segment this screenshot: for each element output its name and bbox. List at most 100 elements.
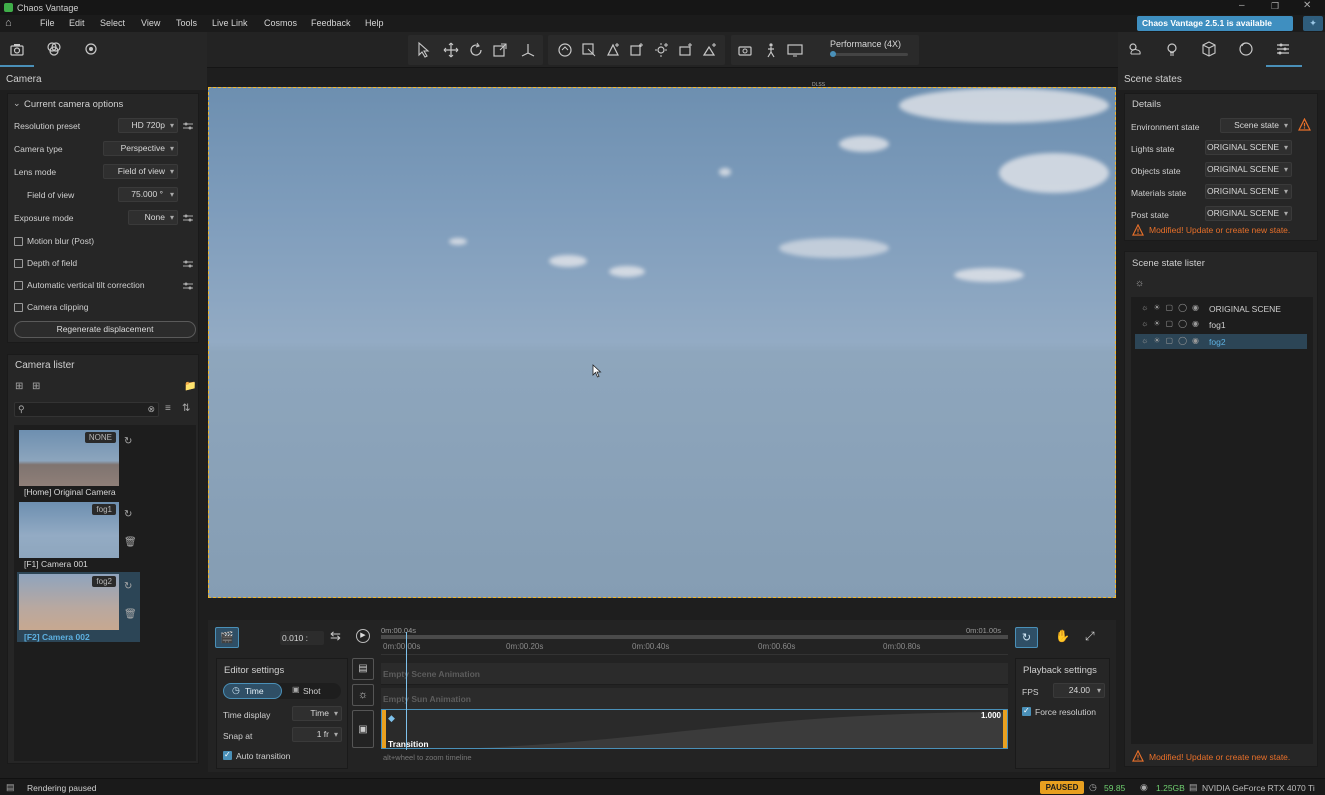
add-light-icon[interactable] [653,41,671,59]
camera-thumbnail-home[interactable]: NONE [19,430,119,486]
sync-time-icon[interactable]: ↻ [1015,627,1038,648]
menu-file[interactable]: File [40,18,55,28]
add-scene-state-icon[interactable]: ☼ [1135,278,1144,289]
maximize-icon[interactable]: ❐ [1271,1,1279,12]
transition-end-marker[interactable] [1003,710,1007,748]
camera-track-icon[interactable]: ▣ [352,710,374,748]
add-geometry-icon[interactable] [628,41,646,59]
menu-live-link[interactable]: Live Link [212,18,248,28]
regenerate-displacement-button[interactable]: Regenerate displacement [14,321,196,338]
lights-tab-icon[interactable] [1163,40,1181,58]
object-edit-icon[interactable] [580,41,598,59]
add-camera-icon[interactable] [677,41,695,59]
menu-help[interactable]: Help [365,18,384,28]
display-icon[interactable] [786,41,804,59]
walk-mode-icon[interactable] [762,41,780,59]
transition-start-marker[interactable] [382,710,386,748]
exposure-options-icon[interactable] [182,213,194,223]
tilt-options-icon[interactable] [182,281,194,291]
play-icon[interactable]: ▶ [356,629,370,643]
dof-options-icon[interactable] [182,259,194,269]
lens-mode-dropdown[interactable]: Field of view [103,164,178,179]
menu-edit[interactable]: Edit [69,18,85,28]
log-icon[interactable]: ▤ [6,782,15,793]
clapper-icon[interactable]: 🎬 [215,627,239,648]
sort-icon[interactable]: ⇅ [182,403,190,414]
scene-state-row[interactable]: ☼☀▢◯◉ ORIGINAL SCENE [1135,301,1307,316]
filter-icon[interactable]: ≡ [165,403,171,414]
keyframe-diamond-icon[interactable]: ◆ [388,713,395,724]
camera-options-section-title[interactable]: Current camera options [24,99,123,110]
menu-tools[interactable]: Tools [176,18,197,28]
material-picker-icon[interactable] [556,41,574,59]
playhead-line[interactable] [406,632,407,750]
loop-icon[interactable]: ⇆ [330,628,341,644]
camera-delete-icon[interactable]: 🗑 [124,537,137,548]
settings-tab-icon[interactable] [82,40,100,58]
environment-tab-icon[interactable] [1126,40,1144,58]
performance-slider-handle[interactable] [830,51,836,57]
camera-label[interactable]: [Home] Original Camera [24,487,116,497]
time-display-dropdown[interactable]: Time [292,706,342,721]
camera-thumbnail-f2[interactable]: fog2 [19,574,119,630]
fit-view-icon[interactable]: ⤢ [1085,629,1095,644]
environment-state-dropdown[interactable]: Scene state [1220,118,1292,133]
camera-sync-icon[interactable]: ↻ [124,581,132,592]
performance-slider[interactable] [830,51,908,57]
post-state-dropdown[interactable]: ORIGINAL SCENE [1205,206,1292,221]
hand-icon[interactable]: ✋ [1055,629,1070,643]
motion-blur-checkbox[interactable] [14,237,23,246]
materials-tab-icon[interactable] [45,40,63,58]
camera-type-dropdown[interactable]: Perspective [103,141,178,156]
sun-icon[interactable]: ☼ [352,684,374,706]
camera-sync-icon[interactable]: ↻ [124,436,132,447]
collapse-chevron-icon[interactable]: ⌄ [13,98,21,109]
notes-icon[interactable]: ▤ [352,658,374,680]
clear-search-icon[interactable]: ⊗ [147,404,155,415]
camera-clipping-checkbox[interactable] [14,303,23,312]
scene-state-row-selected[interactable]: ☼☀▢◯◉ fog2 [1135,334,1307,349]
home-icon[interactable]: ⌂ [5,17,12,29]
camera-search-input[interactable]: ⚲ ⊗ [14,402,159,417]
fps-stepper[interactable]: 24.00 [1053,683,1105,698]
camera-tab-icon[interactable] [8,40,26,58]
mode-time-button[interactable]: ◷ Time [223,683,282,699]
objects-tab-icon[interactable] [1200,40,1218,58]
snapshot-icon[interactable] [737,41,755,59]
auto-transition-checkbox[interactable] [223,750,232,760]
transition-track[interactable]: ◆ 1.000 Transition [381,709,1008,749]
pivot-icon[interactable] [519,41,537,59]
scale-icon[interactable] [491,41,509,59]
scene-states-tab-icon[interactable] [1274,40,1292,58]
add-camera-group-icon[interactable]: ⊞ [32,381,40,392]
add-object-icon[interactable] [604,41,622,59]
resolution-options-icon[interactable] [182,121,194,131]
lights-state-dropdown[interactable]: ORIGINAL SCENE [1205,140,1292,155]
scene-animation-track[interactable]: Empty Scene Animation [381,663,1008,685]
camera-delete-icon[interactable]: 🗑 [124,609,137,620]
scene-state-row[interactable]: ☼☀▢◯◉ fog1 [1135,317,1307,332]
timeline-ruler[interactable] [381,635,1008,639]
resolution-preset-dropdown[interactable]: HD 720p [118,118,178,133]
menu-cosmos[interactable]: Cosmos [264,18,297,28]
camera-label-selected[interactable]: [F2] Camera 002 [24,632,90,642]
objects-state-dropdown[interactable]: ORIGINAL SCENE [1205,162,1292,177]
snap-at-stepper[interactable]: 1 fr [292,727,342,742]
update-notice-button[interactable]: Chaos Vantage 2.5.1 is available [1137,16,1293,31]
minimize-icon[interactable]: – [1239,0,1245,11]
materials-state-tab-icon[interactable] [1237,40,1255,58]
fov-stepper[interactable]: 75.000 ° [118,187,178,202]
menu-select[interactable]: Select [100,18,125,28]
mode-shot-label[interactable]: Shot [303,686,321,696]
sun-animation-track[interactable]: Empty Sun Animation [381,688,1008,710]
camera-label[interactable]: [F1] Camera 001 [24,559,88,569]
exposure-mode-dropdown[interactable]: None [128,210,178,225]
rotate-icon[interactable] [467,41,485,59]
move-icon[interactable] [442,41,460,59]
depth-of-field-checkbox[interactable] [14,259,23,268]
menu-view[interactable]: View [141,18,160,28]
camera-thumbnail-f1[interactable]: fog1 [19,502,119,558]
render-viewport[interactable] [208,87,1116,598]
materials-state-dropdown[interactable]: ORIGINAL SCENE [1205,184,1292,199]
menu-feedback[interactable]: Feedback [311,18,351,28]
